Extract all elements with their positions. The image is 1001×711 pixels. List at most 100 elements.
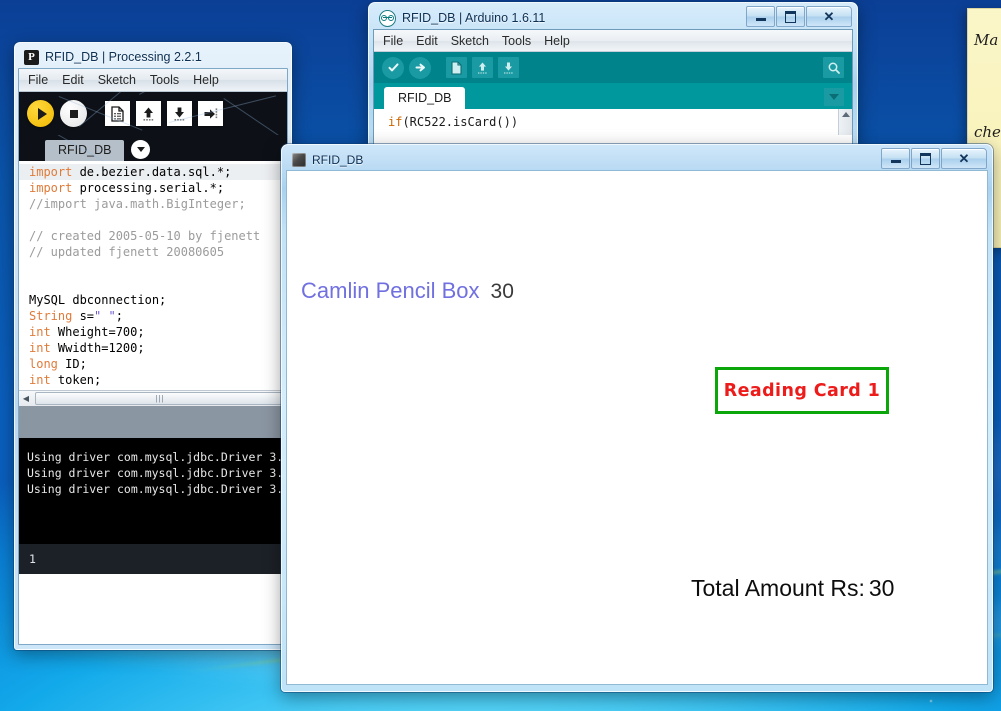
- code-token: // updated fjenett 20080605: [29, 245, 225, 259]
- minimize-button[interactable]: [746, 6, 775, 27]
- console-divider: [19, 406, 287, 438]
- code-vertical-scrollbar[interactable]: [838, 109, 852, 135]
- new-button[interactable]: [105, 101, 130, 126]
- code-token: import: [29, 165, 73, 179]
- stop-button[interactable]: [60, 100, 87, 127]
- menu-tools[interactable]: Tools: [502, 34, 531, 48]
- arrow-down-icon: [174, 107, 185, 121]
- output-titlebar[interactable]: RFID_DB ✕: [286, 148, 988, 170]
- tab-menu-button[interactable]: [824, 88, 844, 106]
- open-button[interactable]: [136, 101, 161, 126]
- sketch-tab-rfid-db[interactable]: RFID_DB: [384, 87, 466, 109]
- arduino-window[interactable]: RFID_DB | Arduino 1.6.11 ✕ File Edit Ske…: [368, 2, 858, 152]
- code-line: long ID;: [29, 356, 287, 372]
- arduino-menubar[interactable]: File Edit Sketch Tools Help: [374, 30, 852, 52]
- tab-menu-button[interactable]: [131, 140, 151, 159]
- code-line: int Amount;: [29, 388, 287, 390]
- menu-file[interactable]: File: [383, 34, 403, 48]
- minimize-icon: [755, 17, 766, 21]
- code-line: String s=" ";: [29, 308, 287, 324]
- save-button[interactable]: [167, 101, 192, 126]
- arrow-right-icon: [204, 107, 218, 119]
- code-token: int: [29, 373, 51, 387]
- code-token: String: [29, 309, 73, 323]
- verify-button[interactable]: [382, 56, 404, 79]
- close-button[interactable]: ✕: [941, 148, 987, 169]
- console-line: Using driver com.mysql.jdbc.Driver 3.: [27, 482, 284, 496]
- output-window-controls[interactable]: ✕: [881, 148, 987, 169]
- menu-sketch[interactable]: Sketch: [451, 34, 489, 48]
- serial-monitor-button[interactable]: [823, 57, 844, 78]
- close-button[interactable]: ✕: [806, 6, 852, 27]
- processing-toolbar[interactable]: [19, 92, 287, 135]
- code-line: MySQL dbconnection;: [29, 292, 287, 308]
- scrollbar-thumb[interactable]: |||: [35, 392, 285, 405]
- new-button[interactable]: [446, 57, 467, 78]
- open-button[interactable]: [472, 57, 493, 78]
- minimize-icon: [890, 159, 901, 163]
- menu-help[interactable]: Help: [193, 73, 219, 87]
- editor-horizontal-scrollbar[interactable]: ◀ |||: [19, 390, 287, 406]
- close-icon: ✕: [958, 150, 970, 166]
- code-keyword: if: [388, 115, 403, 129]
- code-line: import processing.serial.*;: [29, 180, 287, 196]
- arduino-code-line[interactable]: if (RC522.isCard()): [374, 109, 852, 135]
- menu-file[interactable]: File: [28, 73, 48, 87]
- product-name: Camlin Pencil Box: [301, 278, 480, 303]
- console-line: Using driver com.mysql.jdbc.Driver 3.: [27, 466, 284, 480]
- arduino-titlebar[interactable]: RFID_DB | Arduino 1.6.11 ✕: [373, 6, 853, 29]
- arrow-up-icon: [478, 62, 487, 74]
- chevron-down-icon: [136, 147, 145, 152]
- maximize-button[interactable]: [776, 6, 805, 27]
- upload-button[interactable]: [409, 56, 431, 79]
- processing-code-editor[interactable]: import de.bezier.data.sql.*; import proce…: [19, 161, 287, 390]
- scroll-up-arrow[interactable]: [841, 112, 850, 117]
- code-token: de.bezier.data.sql.*;: [72, 165, 232, 179]
- note-line: Ma: [974, 31, 999, 49]
- arduino-tabbar[interactable]: RFID_DB: [374, 83, 852, 109]
- product-row: Camlin Pencil Box 30: [301, 278, 514, 304]
- play-icon: [37, 107, 47, 120]
- processing-menubar[interactable]: File Edit Sketch Tools Help: [19, 69, 287, 92]
- total-row: Total Amount Rs: 30: [691, 575, 894, 602]
- arduino-window-controls[interactable]: ✕: [746, 6, 852, 27]
- processing-window[interactable]: P RFID_DB | Processing 2.2.1 File Edit S…: [14, 42, 292, 650]
- code-token: Amount;: [51, 389, 109, 390]
- console-line: Using driver com.mysql.jdbc.Driver 3.: [27, 450, 284, 464]
- menu-tools[interactable]: Tools: [150, 73, 179, 87]
- menu-edit[interactable]: Edit: [416, 34, 438, 48]
- code-line: int token;: [29, 372, 287, 388]
- maximize-button[interactable]: [911, 148, 940, 169]
- sketch-canvas[interactable]: Reading Card 1 Camlin Pencil Box 30 Tota…: [286, 170, 988, 685]
- menu-edit[interactable]: Edit: [62, 73, 84, 87]
- sketch-tab-rfid-db[interactable]: RFID_DB: [45, 140, 125, 161]
- new-file-icon: [111, 105, 124, 122]
- output-window-title: RFID_DB: [312, 152, 364, 167]
- arduino-window-title: RFID_DB | Arduino 1.6.11: [402, 11, 546, 25]
- code-token: //import java.math.BigInteger;: [29, 197, 246, 211]
- minimize-button[interactable]: [881, 148, 910, 169]
- processing-titlebar[interactable]: P RFID_DB | Processing 2.2.1: [18, 46, 288, 68]
- arduino-toolbar[interactable]: [374, 52, 852, 83]
- product-price: 30: [490, 280, 514, 303]
- code-text: (RC522.isCard()): [402, 115, 519, 129]
- arrow-down-icon: [504, 62, 513, 74]
- menu-sketch[interactable]: Sketch: [98, 73, 136, 87]
- arduino-infinity-icon: [379, 9, 396, 27]
- menu-help[interactable]: Help: [544, 34, 570, 48]
- processing-tabbar[interactable]: RFID_DB: [19, 135, 287, 161]
- run-button[interactable]: [27, 100, 54, 127]
- sketch-output-window[interactable]: RFID_DB ✕ Reading Card 1 Camlin Pencil B…: [281, 144, 993, 692]
- processing-status-bar: 1: [19, 544, 287, 574]
- code-token: int: [29, 341, 51, 355]
- code-token: MySQL dbconnection;: [29, 293, 167, 307]
- code-token: long: [29, 357, 58, 371]
- save-button[interactable]: [498, 57, 519, 78]
- maximize-icon: [785, 10, 796, 23]
- scroll-left-arrow[interactable]: ◀: [19, 394, 33, 403]
- code-line: int Wwidth=1200;: [29, 340, 287, 356]
- code-token: ;: [115, 309, 123, 323]
- export-button[interactable]: [198, 101, 223, 126]
